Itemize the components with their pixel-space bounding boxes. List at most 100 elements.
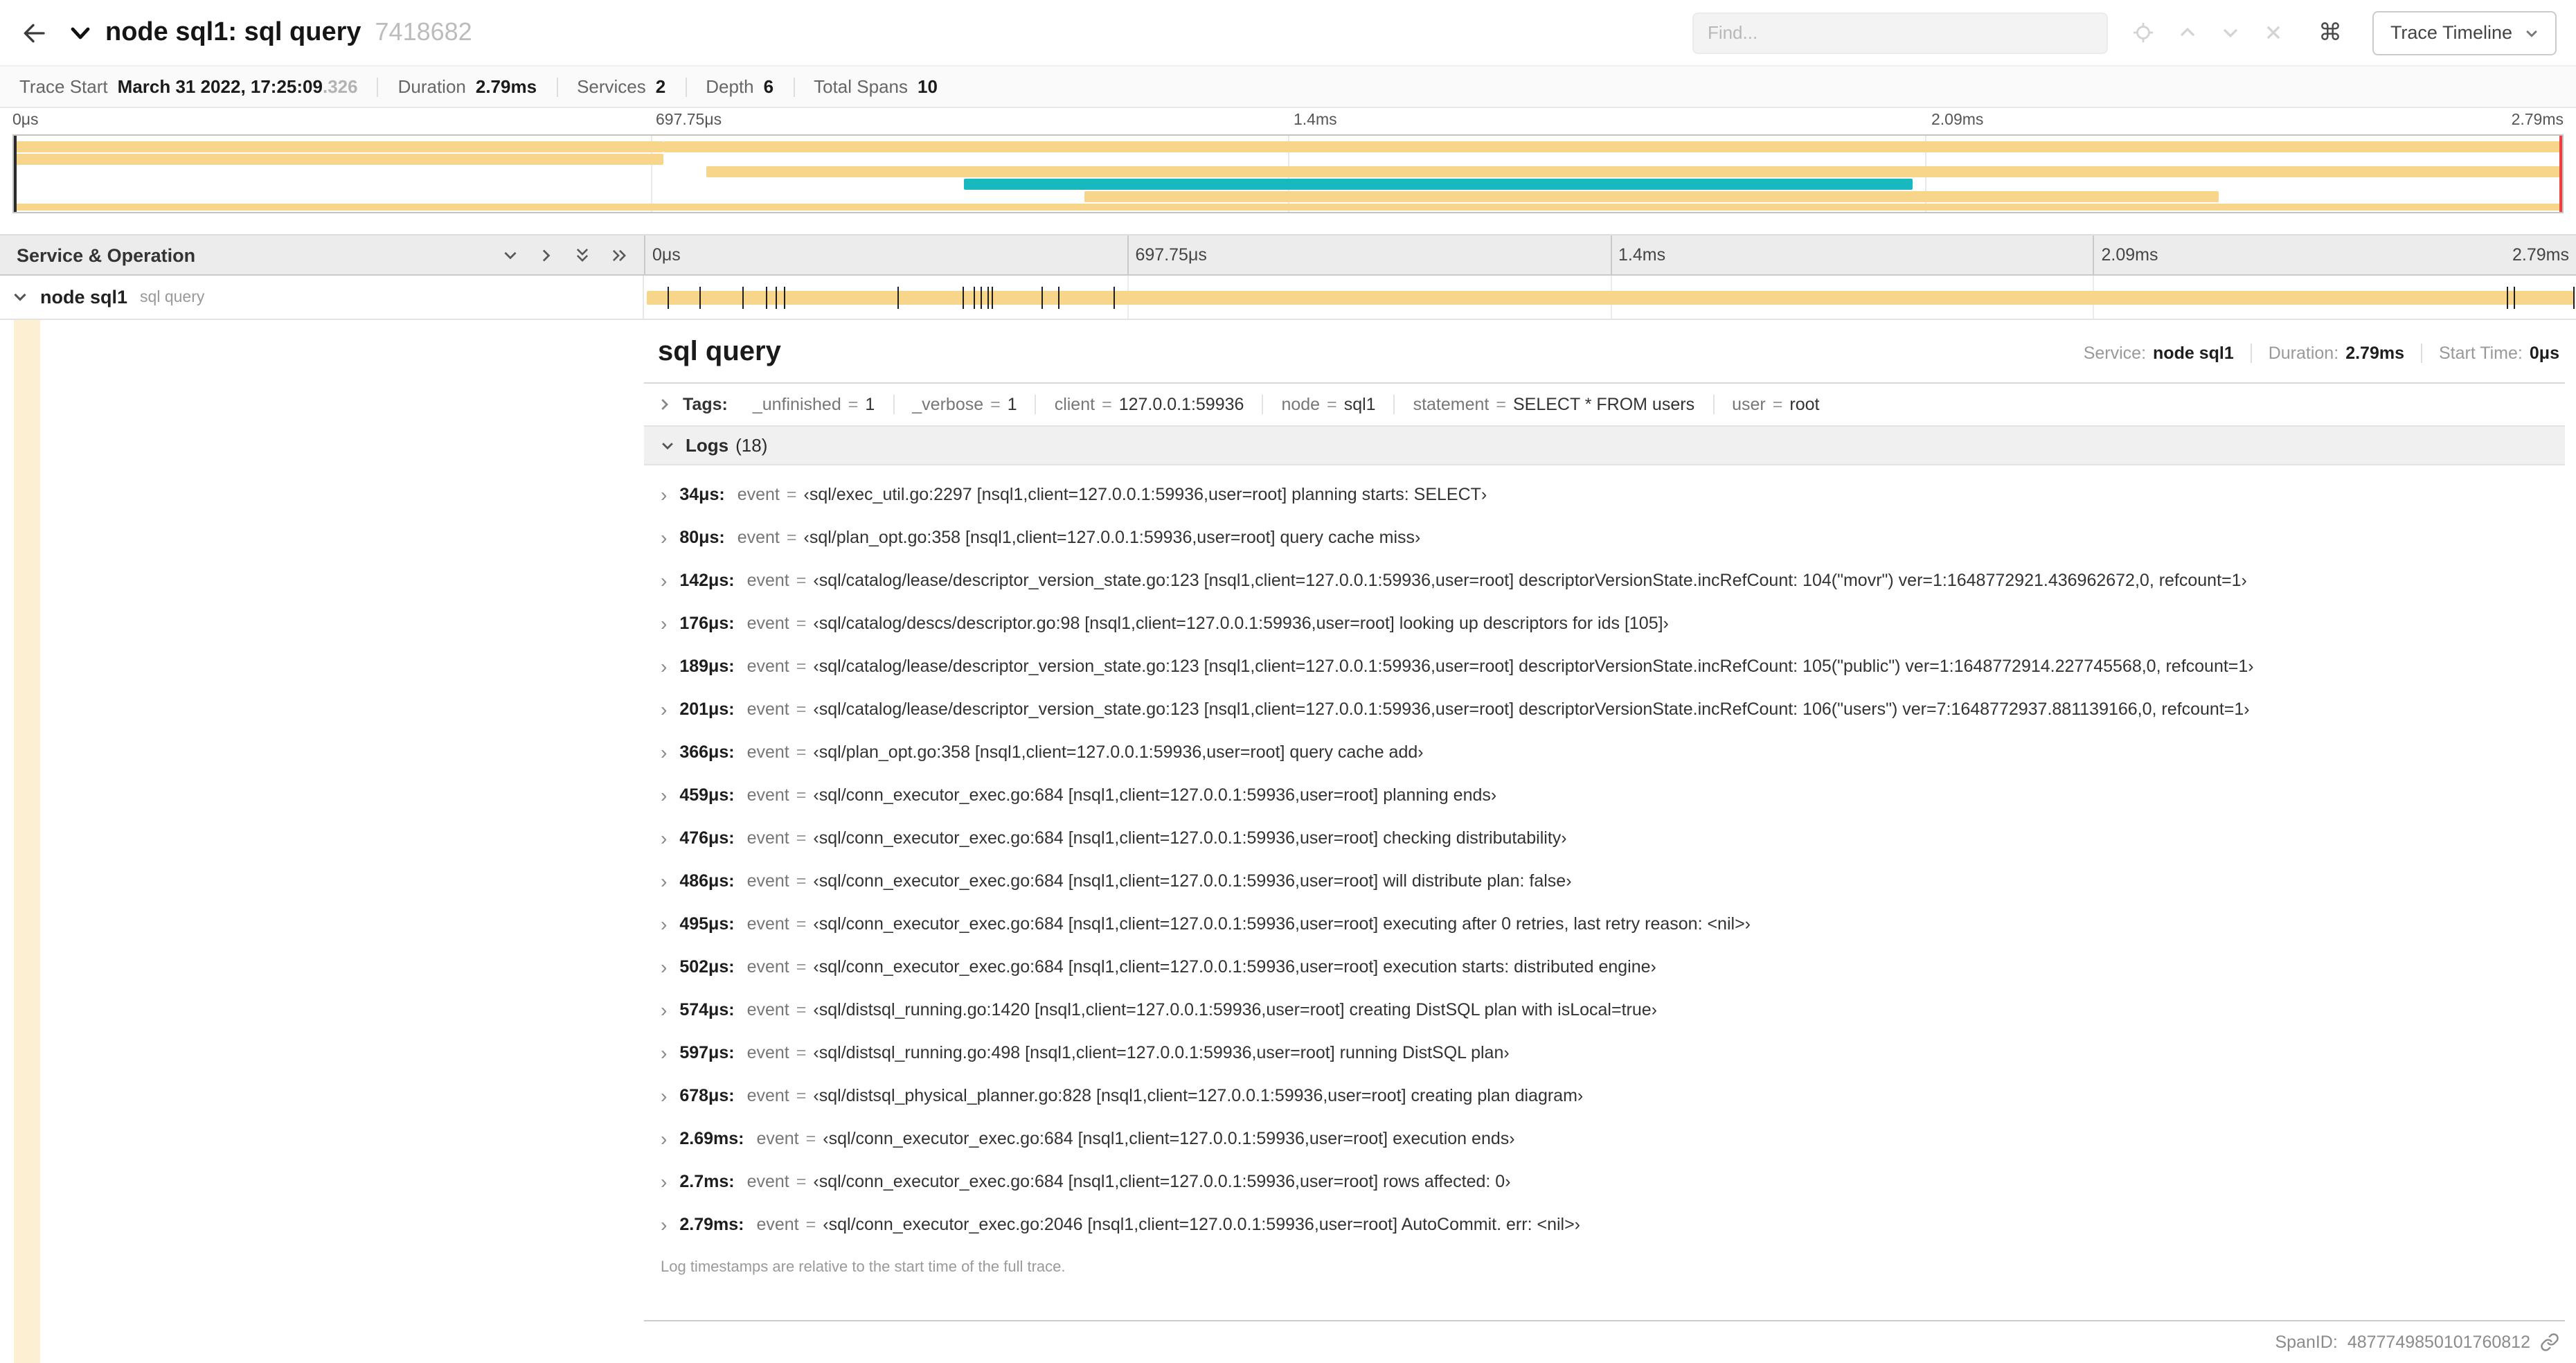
- minimap-canvas[interactable]: [12, 134, 2564, 213]
- span-log-marker[interactable]: [742, 287, 744, 309]
- span-track[interactable]: [644, 276, 2576, 319]
- chevron-right-icon[interactable]: ›: [661, 698, 667, 722]
- chevron-right-icon[interactable]: ›: [661, 827, 667, 850]
- minimap-span-bar: [964, 179, 1913, 190]
- span-duration-bar[interactable]: [647, 291, 2573, 305]
- log-field-value: ‹sql/conn_executor_exec.go:684 [nsql1,cl…: [813, 957, 1656, 977]
- span-log-marker[interactable]: [962, 287, 963, 309]
- tag-item[interactable]: node = sql1: [1262, 395, 1393, 414]
- back-button[interactable]: [14, 13, 53, 52]
- log-row[interactable]: › 486μs: event = ‹sql/conn_executor_exec.go:…: [647, 860, 2565, 903]
- log-field-value: ‹sql/catalog/lease/descriptor_version_st…: [813, 700, 2250, 719]
- tag-item[interactable]: _unfinished = 1: [735, 395, 893, 414]
- meta-value: 2.79ms: [2345, 343, 2404, 362]
- expand-one-chevron-right-icon[interactable]: [537, 246, 555, 264]
- chevron-right-icon[interactable]: ›: [661, 612, 667, 636]
- log-row[interactable]: › 678μs: event = ‹sql/distsql_physical_plann…: [647, 1075, 2565, 1118]
- find-input[interactable]: [1692, 12, 2108, 53]
- span-log-marker[interactable]: [1113, 287, 1115, 309]
- span-log-marker[interactable]: [775, 287, 776, 309]
- chevron-right-icon[interactable]: ›: [661, 1128, 667, 1151]
- log-field-key: event: [756, 1129, 799, 1148]
- log-row[interactable]: › 2.79ms: event = ‹sql/conn_executor_exec.go…: [647, 1204, 2565, 1247]
- span-log-marker[interactable]: [699, 287, 701, 309]
- log-row[interactable]: › 176μs: event = ‹sql/catalog/descs/descript…: [647, 603, 2565, 645]
- chevron-right-icon[interactable]: ›: [661, 784, 667, 808]
- link-icon[interactable]: [2540, 1333, 2559, 1352]
- chevron-right-icon[interactable]: ›: [661, 1170, 667, 1194]
- minimap-scrubber-left[interactable]: [14, 136, 17, 212]
- collapse-one-chevron-down-icon[interactable]: [501, 246, 519, 264]
- next-result-chevron-down-icon[interactable]: [2219, 21, 2242, 44]
- tag-equals: =: [1327, 395, 1337, 414]
- log-row[interactable]: › 2.69ms: event = ‹sql/conn_executor_exec.go…: [647, 1118, 2565, 1161]
- tag-item[interactable]: statement = SELECT * FROM users: [1393, 395, 1713, 414]
- log-row[interactable]: › 459μs: event = ‹sql/conn_executor_exec.go:…: [647, 774, 2565, 817]
- log-row[interactable]: › 189μs: event = ‹sql/catalog/lease/descript…: [647, 645, 2565, 688]
- log-row[interactable]: › 476μs: event = ‹sql/conn_executor_exec.go:…: [647, 817, 2565, 860]
- log-field-key: event: [746, 614, 789, 633]
- chevron-right-icon[interactable]: ›: [661, 741, 667, 765]
- chevron-right-icon[interactable]: ›: [661, 870, 667, 893]
- log-fields: event = ‹sql/conn_executor_exec.go:684 [ns…: [747, 784, 1497, 808]
- chevron-right-icon[interactable]: ›: [661, 569, 667, 593]
- span-operation-name: sql query: [140, 289, 205, 305]
- tag-key: node: [1281, 395, 1321, 414]
- span-log-marker[interactable]: [2573, 287, 2575, 309]
- span-log-marker[interactable]: [1057, 287, 1059, 309]
- span-log-marker[interactable]: [2507, 287, 2508, 309]
- span-log-marker[interactable]: [1041, 287, 1043, 309]
- tag-item[interactable]: user = root: [1712, 395, 1837, 414]
- chevron-right-icon[interactable]: ›: [661, 483, 667, 507]
- span-log-marker[interactable]: [974, 287, 975, 309]
- summary-item: Duration 2.79ms: [398, 76, 537, 97]
- chevron-down-icon[interactable]: [12, 289, 28, 305]
- log-row[interactable]: › 142μs: event = ‹sql/catalog/lease/descript…: [647, 560, 2565, 603]
- span-log-marker[interactable]: [992, 287, 993, 309]
- span-row[interactable]: node sql1 sql query: [0, 276, 2576, 320]
- log-row[interactable]: › 502μs: event = ‹sql/conn_executor_exec.go:…: [647, 946, 2565, 989]
- trace-timeline-dropdown[interactable]: Trace Timeline: [2372, 10, 2557, 55]
- collapse-all-double-chevron-down-icon[interactable]: [573, 244, 591, 265]
- keyboard-shortcuts-icon[interactable]: ⌘: [2310, 17, 2350, 48]
- log-row[interactable]: › 2.7ms: event = ‹sql/conn_executor_exec.go:…: [647, 1161, 2565, 1204]
- span-log-marker[interactable]: [981, 287, 982, 309]
- chevron-right-icon[interactable]: ›: [661, 1213, 667, 1237]
- chevron-right-icon[interactable]: ›: [661, 1085, 667, 1108]
- log-row[interactable]: › 366μs: event = ‹sql/plan_opt.go:358 [nsql1…: [647, 731, 2565, 774]
- tag-item[interactable]: client = 127.0.0.1:59936: [1035, 395, 1262, 414]
- span-tree-item[interactable]: node sql1 sql query: [0, 276, 644, 319]
- clear-search-close-icon[interactable]: [2262, 21, 2285, 44]
- logs-header[interactable]: Logs (18): [644, 425, 2565, 465]
- span-log-marker[interactable]: [2514, 287, 2515, 309]
- log-row[interactable]: › 34μs: event = ‹sql/exec_util.go:2297 [nsql…: [647, 474, 2565, 517]
- chevron-right-icon[interactable]: ›: [661, 913, 667, 936]
- span-log-marker[interactable]: [766, 287, 767, 309]
- log-row[interactable]: › 574μs: event = ‹sql/distsql_running.go:142…: [647, 989, 2565, 1032]
- locate-icon[interactable]: [2130, 19, 2156, 46]
- chevron-right-icon[interactable]: ›: [661, 655, 667, 679]
- log-row[interactable]: › 597μs: event = ‹sql/distsql_running.go:498…: [647, 1032, 2565, 1075]
- prev-result-chevron-up-icon[interactable]: [2176, 21, 2199, 44]
- span-log-marker[interactable]: [987, 287, 988, 309]
- chevron-right-icon[interactable]: ›: [661, 999, 667, 1022]
- tags-row[interactable]: Tags: _unfinished = 1 _verbose = 1 client = 127.…: [644, 384, 2565, 425]
- log-fields: event = ‹sql/catalog/descs/descriptor.go:9…: [747, 612, 1669, 636]
- log-row[interactable]: › 201μs: event = ‹sql/catalog/lease/descript…: [647, 688, 2565, 731]
- log-fields: event = ‹sql/conn_executor_exec.go:684 [ns…: [747, 1170, 1511, 1194]
- chevron-right-icon[interactable]: ›: [661, 1042, 667, 1065]
- chevron-right-icon[interactable]: ›: [661, 526, 667, 550]
- tag-item[interactable]: _verbose = 1: [893, 395, 1035, 414]
- expand-all-double-chevron-right-icon[interactable]: [609, 246, 630, 264]
- timeline-tick-label: 1.4ms: [1618, 245, 1666, 265]
- chevron-right-icon[interactable]: ›: [661, 956, 667, 979]
- chevron-down-icon: [661, 438, 674, 452]
- span-log-marker[interactable]: [667, 287, 669, 309]
- span-log-marker[interactable]: [897, 287, 899, 309]
- minimap-scrubber-right[interactable]: [2559, 136, 2562, 212]
- span-log-marker[interactable]: [783, 287, 785, 309]
- logs-list: › 34μs: event = ‹sql/exec_util.go:2297 [nsql…: [644, 465, 2565, 1247]
- chevron-down-icon[interactable]: [69, 21, 91, 44]
- log-row[interactable]: › 80μs: event = ‹sql/plan_opt.go:358 [nsql1,…: [647, 517, 2565, 560]
- log-row[interactable]: › 495μs: event = ‹sql/conn_executor_exec.go:…: [647, 903, 2565, 946]
